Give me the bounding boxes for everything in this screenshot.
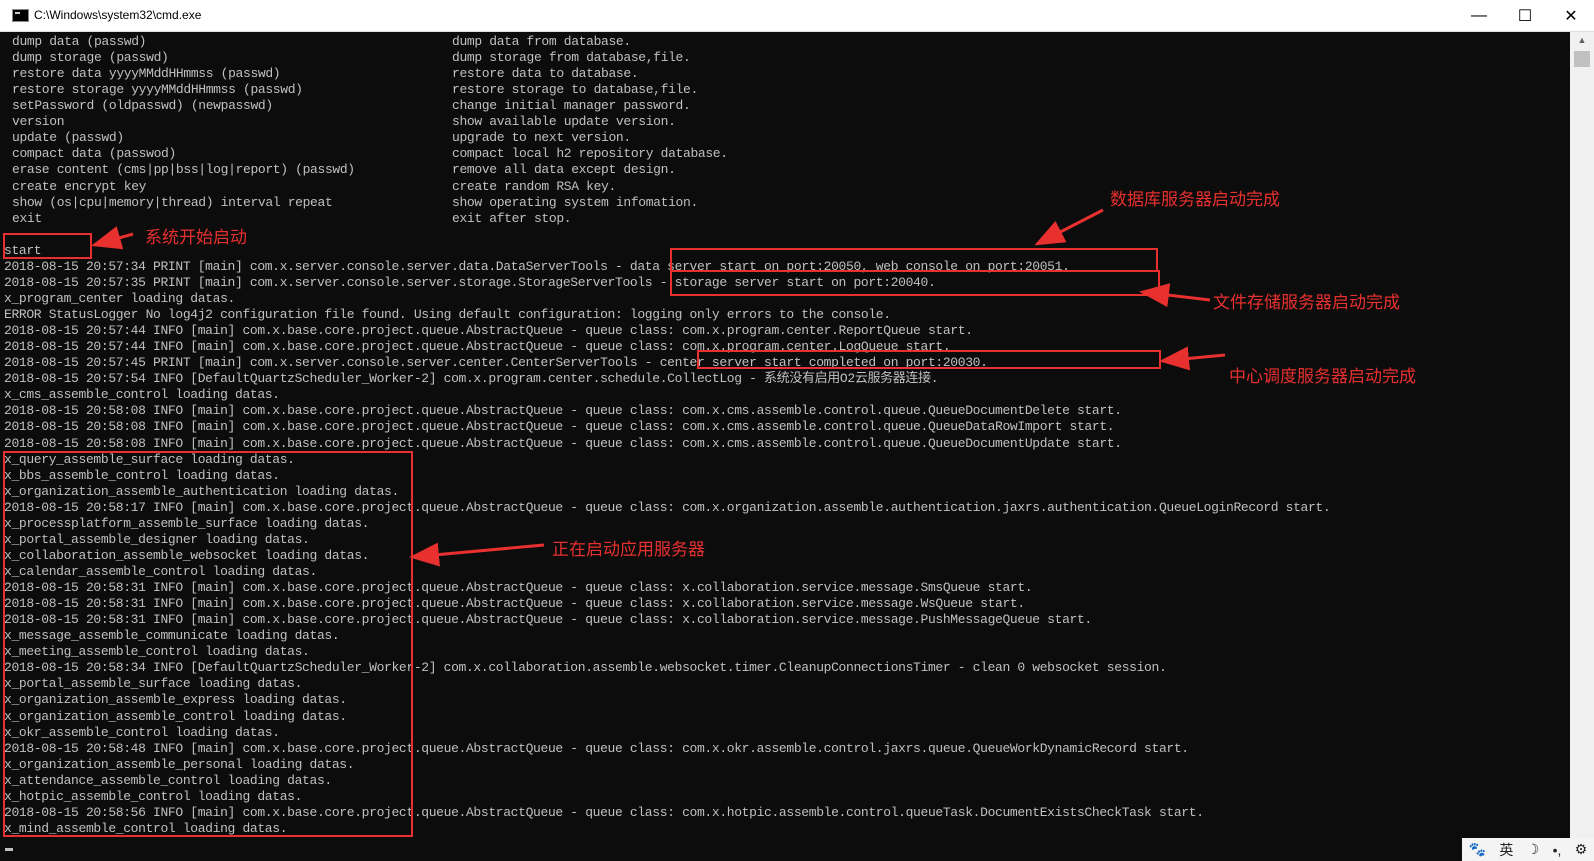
settings-icon[interactable]: ⚙ [1575, 841, 1588, 858]
paw-icon[interactable]: 🐾 [1469, 841, 1486, 858]
help-command: show (os|cpu|memory|thread) interval rep… [12, 194, 333, 210]
help-command: update (passwd) [12, 130, 124, 146]
help-description: change initial manager password. [452, 98, 691, 114]
help-command: create encrypt key [12, 178, 147, 194]
help-description: show operating system infomation. [452, 194, 698, 210]
minimize-button[interactable]: — [1456, 0, 1502, 31]
help-command: exit [12, 210, 42, 226]
help-description: compact local h2 repository database. [452, 146, 728, 162]
help-description: remove all data except design. [452, 162, 676, 178]
punctuation-icon[interactable]: •, [1553, 842, 1562, 858]
log-line: ERROR StatusLogger No log4j2 configurati… [4, 307, 891, 323]
help-description: create random RSA key. [452, 178, 616, 194]
help-command: restore data yyyyMMddHHmmss (passwd) [12, 66, 281, 82]
help-command: compact data (passwod) [12, 146, 176, 162]
help-description: show available update version. [452, 114, 676, 130]
help-command: erase content (cms|pp|bss|log|report) (p… [12, 162, 355, 178]
note-center-started: 中心调度服务器启动完成 [1229, 367, 1416, 387]
log-line: x_cms_assemble_control loading datas. [4, 387, 280, 403]
help-description: dump storage from database,file. [452, 50, 691, 66]
storage-highlight-box [670, 270, 1160, 296]
log-line: 2018-08-15 20:58:08 INFO [main] com.x.ba… [4, 419, 1115, 435]
moon-icon[interactable]: ☽ [1527, 841, 1540, 858]
help-command: setPassword (oldpasswd) (newpasswd) [12, 98, 273, 114]
database-highlight-box [670, 248, 1158, 272]
title-bar[interactable]: C:\Windows\system32\cmd.exe — ☐ ✕ [0, 0, 1594, 32]
help-command: dump storage (passwd) [12, 50, 169, 66]
note-database-started: 数据库服务器启动完成 [1110, 190, 1280, 210]
help-description: restore data to database. [452, 66, 639, 82]
help-description: restore storage to database,file. [452, 82, 698, 98]
close-button[interactable]: ✕ [1548, 0, 1594, 31]
ime-language-toggle[interactable]: 英 [1499, 840, 1513, 860]
scroll-up-icon[interactable]: ▲ [1570, 32, 1594, 48]
help-description: exit after stop. [452, 210, 572, 226]
center-highlight-box [697, 350, 1161, 369]
ime-toolbar[interactable]: 🐾 英 ☽ •, ⚙ [1462, 838, 1594, 861]
help-command: restore storage yyyyMMddHHmmss (passwd) [12, 82, 303, 98]
log-line: 2018-08-15 20:57:44 INFO [main] com.x.ba… [4, 323, 973, 339]
log-line: 2018-08-15 20:57:54 INFO [DefaultQuartzS… [4, 371, 939, 387]
note-system-start: 系统开始启动 [145, 228, 247, 248]
scrollbar-thumb[interactable] [1574, 51, 1590, 67]
note-apps-starting: 正在启动应用服务器 [552, 540, 705, 560]
cmd-icon [12, 9, 29, 22]
window-title: C:\Windows\system32\cmd.exe [34, 8, 202, 22]
text-cursor [5, 848, 13, 851]
help-description: dump data from database. [452, 34, 631, 49]
vertical-scrollbar[interactable]: ▲ [1570, 32, 1594, 861]
help-description: upgrade to next version. [452, 130, 631, 146]
help-command: dump data (passwd) [12, 34, 147, 49]
log-line: 2018-08-15 20:58:08 INFO [main] com.x.ba… [4, 403, 1122, 419]
log-line: 2018-08-15 20:58:08 INFO [main] com.x.ba… [4, 435, 1122, 451]
note-storage-started: 文件存储服务器启动完成 [1213, 293, 1400, 313]
start-highlight-box [3, 233, 92, 259]
maximize-button[interactable]: ☐ [1502, 0, 1548, 31]
help-command: version [12, 114, 65, 130]
apps-highlight-box [3, 451, 413, 837]
log-line: x_program_center loading datas. [4, 290, 235, 306]
